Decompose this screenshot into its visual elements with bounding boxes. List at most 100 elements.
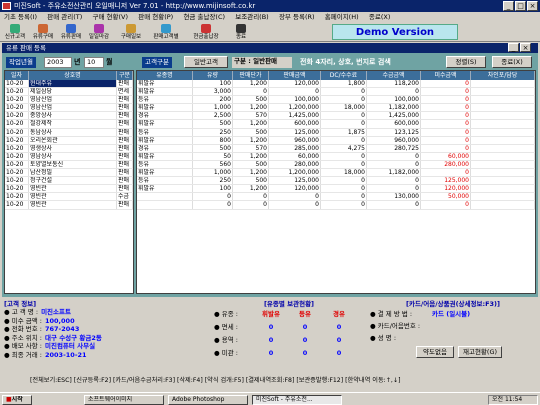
customer-info-label: ● 고 객 명 : bbox=[4, 308, 39, 316]
fuel-sale-button[interactable]: 유류판매 bbox=[58, 24, 84, 41]
exit-toolbar-button[interactable]: 종료 bbox=[228, 24, 254, 41]
menu-sales-status[interactable]: 판매 현황(P) bbox=[134, 12, 177, 23]
minimize-button[interactable]: _ bbox=[503, 1, 514, 11]
menu-exit[interactable]: 종료(X) bbox=[365, 12, 395, 23]
right-grid-row[interactable]: 경유 2,500 570 1,425,000 0 1,425,000 0 bbox=[137, 112, 535, 121]
no-map-button[interactable]: 약도없음 bbox=[416, 346, 454, 358]
left-grid-row[interactable]: 10-20 영빈관 판매 bbox=[5, 185, 133, 194]
left-grid-row[interactable]: 10-20 영생상사 판매 bbox=[5, 144, 133, 153]
left-grid-row[interactable]: 10-20 철강제작 판매 bbox=[5, 120, 133, 129]
row-fuel-type bbox=[137, 193, 193, 201]
left-grid-row[interactable]: 10-20 영남산업 판매 bbox=[5, 104, 133, 113]
app-icon bbox=[2, 2, 11, 10]
stock-status-value: 0 bbox=[268, 336, 274, 344]
start-button[interactable]: ■시작 bbox=[2, 395, 32, 405]
row-collected-amount: 123,125 bbox=[367, 128, 421, 136]
customer-info-row: ● 최종 거래 :2003-10-21 bbox=[4, 351, 204, 360]
left-grid-row[interactable]: 10-20 영남산업 판매 bbox=[5, 96, 133, 105]
customer-info-row: ● 주소 위치 : 대구 수성구 황금2동 bbox=[4, 334, 204, 343]
daily-close-button[interactable]: 일일마감 bbox=[86, 24, 112, 41]
purchase-report-button[interactable]: 구매일보 bbox=[118, 24, 144, 41]
stock-status-row: ● 미관 : 0 0 0 bbox=[214, 347, 364, 360]
row-unpaid-amount: 0 bbox=[421, 104, 471, 112]
new-customer-icon bbox=[10, 24, 20, 33]
menu-cashbook[interactable]: 현금 출납장(C) bbox=[179, 12, 229, 23]
stock-status-button[interactable]: 재고현황(G) bbox=[458, 346, 502, 358]
row-collected-amount: 0 bbox=[367, 88, 421, 96]
right-grid-row[interactable]: 등유 250 500 125,000 1,875 123,125 0 bbox=[137, 128, 535, 137]
right-grid-row[interactable]: 등유 560 500 280,000 0 0 280,000 bbox=[137, 160, 535, 170]
sort-button[interactable]: 정렬(S) bbox=[446, 56, 486, 68]
card-info-label: ● 결 제 방 법 : bbox=[370, 310, 413, 318]
row-date: 10-20 bbox=[5, 136, 29, 144]
right-grid-row[interactable]: 경유 500 570 285,000 4,275 280,725 0 bbox=[137, 144, 535, 153]
card-info-label: ● 성 명 : bbox=[370, 334, 397, 342]
stock-status-row: ● 면세 : 0 0 0 bbox=[214, 321, 364, 334]
row-dc-fee: 0 bbox=[321, 177, 367, 185]
left-grid-row[interactable]: 10-20 영빈관 수금 bbox=[5, 193, 133, 202]
right-grid-row[interactable]: 휘발유 3,000 0 0 0 0 0 bbox=[137, 88, 535, 97]
row-collected-amount: 1,425,000 bbox=[367, 112, 421, 120]
right-grid-row[interactable]: 등유 200 500 100,000 0 100,000 0 bbox=[137, 96, 535, 105]
right-grid-row[interactable]: 등유 250 500 125,000 0 0 125,000 bbox=[137, 177, 535, 186]
stock-status-row: ● 유종 : 휘발유 등유 경유 bbox=[214, 308, 364, 321]
right-grid-row[interactable]: 0 0 0 0 130,000 50,000 bbox=[137, 193, 535, 202]
customer-type-button[interactable]: 일반고객 bbox=[184, 56, 228, 68]
right-grid-row[interactable]: 휘발유 1,000 1,200 1,200,000 18,000 1,182,000 0 bbox=[137, 169, 535, 178]
sub-minimize-button[interactable]: _ bbox=[508, 43, 519, 52]
menu-purchase-status[interactable]: 구매 현황(V) bbox=[88, 12, 132, 23]
menu-auxiliary[interactable]: 보조관리(B) bbox=[231, 12, 272, 23]
maximize-button[interactable]: □ bbox=[515, 1, 526, 11]
row-staff bbox=[471, 80, 535, 88]
taskbar-item-photoshop[interactable]: Adobe Photoshop bbox=[168, 395, 248, 405]
left-grid-row[interactable]: 10-20 동남상사 판매 bbox=[5, 128, 133, 137]
row-customer-name: 남산정밀 bbox=[29, 169, 117, 177]
left-grid-row[interactable]: 10-20 남산정밀 판매 bbox=[5, 169, 133, 178]
row-staff bbox=[471, 120, 535, 128]
customer-sales-button[interactable]: 판매고객별 bbox=[148, 24, 184, 41]
row-collected-amount: 1,182,000 bbox=[367, 169, 421, 177]
right-grid-row[interactable]: 휘발유 100 1,200 120,000 1,800 118,200 0 bbox=[137, 80, 535, 89]
row-quantity: 1,000 bbox=[193, 169, 233, 177]
right-grid-row[interactable]: 휘발유 1,000 1,200 1,200,000 18,000 1,182,000 0 bbox=[137, 104, 535, 113]
row-fuel-type: 휘발유 bbox=[137, 104, 193, 112]
menu-basic-registration[interactable]: 기초 등록(I) bbox=[0, 12, 41, 23]
menu-homepage[interactable]: 홈페이지(H) bbox=[321, 12, 363, 23]
sub-close-button[interactable]: × bbox=[520, 43, 531, 52]
row-fuel-type: 휘발유 bbox=[137, 136, 193, 144]
left-grid-row[interactable]: 10-20 제일삼당 면세 bbox=[5, 88, 133, 97]
left-grid-row[interactable]: 10-20 토양열보통신 판매 bbox=[5, 160, 133, 170]
menu-sales-management[interactable]: 판매 관리(T) bbox=[43, 12, 86, 23]
new-customer-button[interactable]: 신규고객 bbox=[2, 24, 28, 41]
taskbar-item-mijinsoft[interactable]: 미진Soft - 주유소전... bbox=[252, 395, 342, 405]
fuel-sale-icon bbox=[66, 24, 76, 33]
cashbook-button[interactable]: 현금출납장 bbox=[188, 24, 224, 41]
row-collected-amount: 130,000 bbox=[367, 193, 421, 201]
close-button[interactable]: × bbox=[527, 1, 538, 11]
taskbar-item-images[interactable]: 소프트웨어이미지 bbox=[84, 395, 164, 405]
left-grid-row[interactable]: 10-20 중앙상사 판매 bbox=[5, 112, 133, 121]
row-staff bbox=[471, 136, 535, 144]
menu-ledger[interactable]: 장부 등록(R) bbox=[275, 12, 319, 23]
left-grid-row[interactable]: 10-20 현대주유 판매 bbox=[5, 80, 133, 89]
stock-status-value: 경유 bbox=[333, 310, 345, 318]
right-grid-row[interactable]: 휘발유 50 1,200 60,000 0 0 60,000 bbox=[137, 152, 535, 161]
left-grid-row[interactable]: 10-20 오리온회관 판매 bbox=[5, 136, 133, 145]
fuel-purchase-button[interactable]: 유류구매 bbox=[30, 24, 56, 41]
row-type: 판매 bbox=[117, 169, 133, 177]
row-unit-price: 1,200 bbox=[233, 136, 269, 144]
right-grid-row[interactable]: 휘발유 800 1,200 960,000 0 960,000 0 bbox=[137, 136, 535, 145]
right-grid-row[interactable]: 휘발유 500 1,200 600,000 0 600,000 0 bbox=[137, 120, 535, 129]
left-grid-row[interactable]: 10-20 정구건설 판매 bbox=[5, 177, 133, 186]
row-customer-name: 영남상사 bbox=[29, 152, 117, 160]
year-field[interactable]: 2003 bbox=[44, 57, 72, 68]
left-grid-row[interactable]: 10-20 영남상사 판매 bbox=[5, 152, 133, 161]
left-grid-row[interactable]: 10-20 영빈관 판매 bbox=[5, 201, 133, 210]
exit-button[interactable]: 종료(X) bbox=[492, 56, 532, 68]
right-grid-row[interactable]: 000000 bbox=[137, 201, 535, 210]
right-grid-row[interactable]: 휘발유 100 1,200 120,000 0 0 120,000 bbox=[137, 185, 535, 194]
stock-status-value: 휘발유 bbox=[262, 310, 280, 318]
month-field[interactable]: 10 bbox=[84, 57, 104, 68]
function-key-bar: [전체보기:ESC] [신규등록:F2] [카드/어음수금처리:F3] [삭제:… bbox=[30, 377, 401, 384]
row-unpaid-amount: 0 bbox=[421, 96, 471, 104]
